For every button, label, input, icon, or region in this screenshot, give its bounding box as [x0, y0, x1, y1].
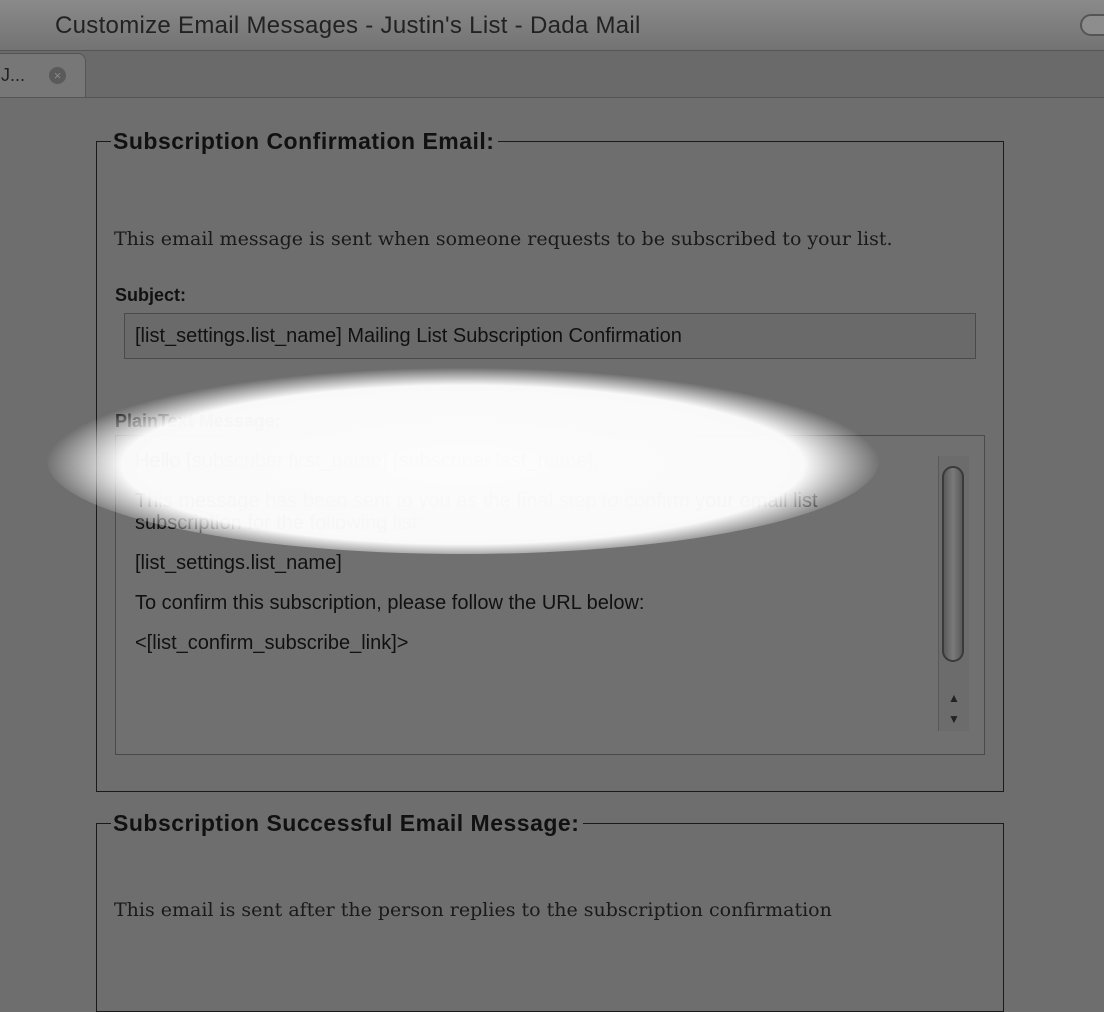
tab-close-icon[interactable]: ×: [49, 67, 66, 84]
window-toolbar-toggle-button[interactable]: [1080, 14, 1104, 36]
scroll-down-arrow-icon[interactable]: ▼: [944, 709, 964, 729]
scrollbar-thumb[interactable]: [942, 466, 964, 662]
message-text: Hello [subscriber.first_name] [subscribe…: [135, 450, 925, 672]
section-legend: Subscription Successful Email Message:: [113, 810, 580, 836]
section-description: This email is sent after the person repl…: [114, 899, 832, 921]
message-line: To confirm this subscription, please fol…: [135, 592, 645, 614]
message-line: [list_settings.list_name]: [135, 552, 342, 574]
message-line: <[list_confirm_subscribe_link]>: [135, 632, 409, 654]
section-description: This email message is sent when someone …: [114, 228, 893, 250]
section-legend: Subscription Confirmation Email:: [113, 128, 495, 154]
page-content: Subscription Confirmation Email: This em…: [0, 98, 1104, 1012]
browser-tab[interactable]: J... ×: [0, 53, 86, 97]
message-line: This message has been sent to you as the…: [135, 490, 818, 534]
message-line: Hello [subscriber.first_name] [subscribe…: [135, 450, 599, 472]
subject-input[interactable]: [124, 313, 976, 359]
window-titlebar: Customize Email Messages - Justin's List…: [0, 0, 1104, 51]
subject-label: Subject:: [115, 285, 187, 305]
confirmation-email-section: Subscription Confirmation Email: This em…: [96, 128, 1004, 792]
message-scrollbar[interactable]: ▲ ▼: [938, 456, 969, 731]
window-title: Customize Email Messages - Justin's List…: [55, 12, 641, 39]
tab-label: J...: [1, 65, 26, 85]
tab-bar: J... ×: [0, 51, 1104, 98]
plaintext-message-label: PlainText Message:: [115, 411, 281, 431]
plaintext-message-textarea[interactable]: Hello [subscriber.first_name] [subscribe…: [115, 435, 985, 755]
successful-email-section: Subscription Successful Email Message: T…: [96, 810, 1004, 1012]
scroll-up-arrow-icon[interactable]: ▲: [944, 688, 964, 708]
